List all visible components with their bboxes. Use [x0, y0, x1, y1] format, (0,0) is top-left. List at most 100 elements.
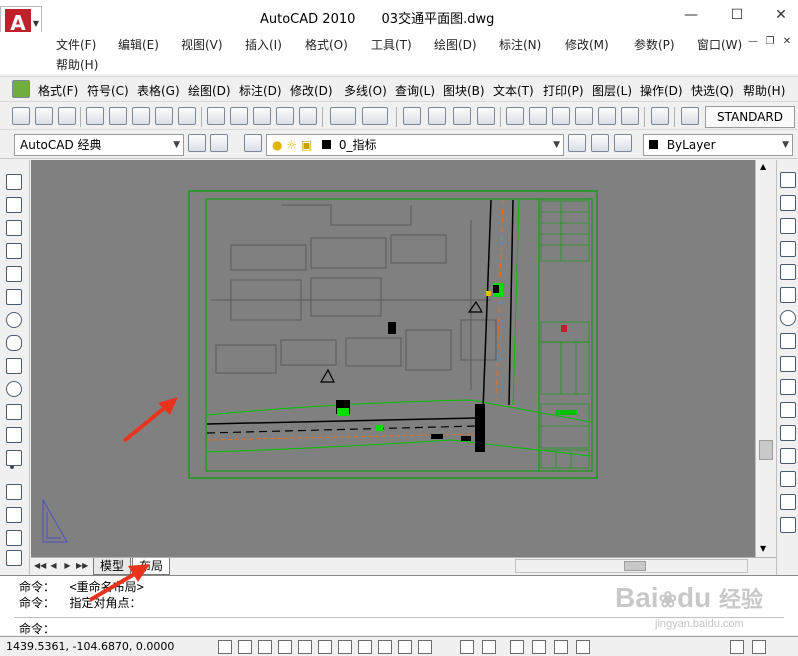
arc-icon[interactable] [6, 289, 22, 305]
linetype-select[interactable]: ByLayer ▼ [643, 134, 793, 156]
show-lineweight-icon[interactable] [378, 640, 392, 654]
first-tab-icon[interactable]: ◀◀ [34, 560, 46, 572]
menu-format[interactable]: 格式(O) [305, 36, 348, 53]
paste-icon[interactable] [253, 107, 271, 125]
spline-icon[interactable] [6, 358, 22, 374]
express-tools-icon[interactable] [12, 80, 30, 98]
make-current-layer-icon[interactable] [568, 134, 586, 152]
hatch-icon[interactable] [6, 484, 22, 500]
vertical-scrollbar[interactable]: ▲ ▼ [755, 160, 775, 557]
menu-window[interactable]: 窗口(W) [697, 36, 742, 53]
text-style-icon[interactable] [681, 107, 699, 125]
cut-icon[interactable] [207, 107, 225, 125]
object-snap-icon[interactable] [298, 640, 312, 654]
clean-screen-icon[interactable] [752, 640, 766, 654]
menu-edit[interactable]: 编辑(E) [118, 36, 159, 53]
menu-dimension[interactable]: 标注(N) [499, 36, 541, 53]
layer-select[interactable]: ● ☼ ▣ 0_指标 ▼ [266, 134, 564, 156]
snap-mode-icon[interactable] [218, 640, 232, 654]
pan-status-icon[interactable] [510, 640, 524, 654]
express-modify[interactable]: 修改(D) [290, 82, 333, 99]
workspace-switch-icon[interactable] [210, 134, 228, 152]
express-help[interactable]: 帮助(H) [743, 82, 785, 99]
offset-icon[interactable] [780, 241, 796, 257]
layer-states-icon[interactable] [614, 134, 632, 152]
explode-icon[interactable] [780, 517, 796, 533]
circle-icon[interactable] [6, 312, 22, 328]
zoom-previous-icon[interactable] [477, 107, 495, 125]
fillet-icon[interactable] [780, 494, 796, 510]
insert-block-icon[interactable] [6, 427, 22, 443]
layout-space-icon[interactable] [460, 640, 474, 654]
express-symbol[interactable]: 符号(C) [87, 82, 129, 99]
redo-icon[interactable] [362, 107, 388, 125]
doc-close-icon[interactable]: ✕ [781, 36, 793, 48]
horizontal-scrollbar[interactable] [515, 559, 748, 573]
array-icon[interactable] [780, 264, 796, 280]
join-icon[interactable] [780, 448, 796, 464]
express-text[interactable]: 文本(T) [493, 82, 534, 99]
menu-help[interactable]: 帮助(H) [56, 56, 98, 73]
zoom-status-icon[interactable] [532, 640, 546, 654]
publish-icon[interactable] [132, 107, 150, 125]
quickcalc-icon[interactable] [621, 107, 639, 125]
match-properties-icon[interactable] [276, 107, 294, 125]
open-file-icon[interactable] [35, 107, 53, 125]
rectangle-icon[interactable] [6, 266, 22, 282]
vertical-scroll-thumb[interactable] [759, 440, 773, 460]
object-snap-tracking-icon[interactable] [318, 640, 332, 654]
polar-tracking-icon[interactable] [278, 640, 292, 654]
prev-tab-icon[interactable]: ◀ [48, 560, 59, 572]
drawing-canvas[interactable] [31, 160, 755, 557]
point-icon[interactable] [10, 465, 14, 469]
extend-icon[interactable] [780, 402, 796, 418]
print-icon[interactable] [86, 107, 104, 125]
copy-icon[interactable] [230, 107, 248, 125]
menu-view[interactable]: 视图(V) [181, 36, 223, 53]
menu-modify[interactable]: 修改(M) [565, 36, 609, 53]
ortho-mode-icon[interactable] [258, 640, 272, 654]
layer-previous-icon[interactable] [591, 134, 609, 152]
text-style-combo[interactable]: STANDARD [705, 106, 795, 128]
doc-restore-icon[interactable]: ❐ [764, 36, 776, 48]
menu-file[interactable]: 文件(F) [56, 36, 96, 53]
next-tab-icon[interactable]: ▶ [62, 560, 73, 572]
workspace-select[interactable]: AutoCAD 经典 ▼ [14, 134, 184, 156]
express-draw[interactable]: 绘图(D) [188, 82, 231, 99]
express-operate[interactable]: 操作(D) [640, 82, 683, 99]
plot-preview-icon[interactable] [109, 107, 127, 125]
new-file-icon[interactable] [12, 107, 30, 125]
steering-wheel-icon[interactable] [554, 640, 568, 654]
dynamic-input-icon[interactable] [358, 640, 372, 654]
tool-palettes-icon[interactable] [552, 107, 570, 125]
pan-icon[interactable] [403, 107, 421, 125]
toolbar-lock-icon[interactable] [730, 640, 744, 654]
make-block-icon[interactable] [6, 450, 22, 466]
etransmit-icon[interactable] [178, 107, 196, 125]
region-icon[interactable] [6, 530, 22, 546]
gradient-icon[interactable] [6, 507, 22, 523]
express-format[interactable]: 格式(F) [38, 82, 78, 99]
table-icon[interactable] [6, 550, 22, 566]
line-icon[interactable] [6, 174, 22, 190]
save-icon[interactable] [58, 107, 76, 125]
trim-icon[interactable] [780, 379, 796, 395]
zoom-window-icon[interactable] [453, 107, 471, 125]
polygon-icon[interactable] [6, 243, 22, 259]
express-dimension[interactable]: 标注(D) [239, 82, 282, 99]
construction-line-icon[interactable] [6, 197, 22, 213]
markup-icon[interactable] [598, 107, 616, 125]
3d-dwf-icon[interactable] [155, 107, 173, 125]
scale-icon[interactable] [780, 333, 796, 349]
chamfer-icon[interactable] [780, 471, 796, 487]
express-plot[interactable]: 打印(P) [543, 82, 584, 99]
erase-icon[interactable] [780, 172, 796, 188]
express-mline[interactable]: 多线(O) [344, 82, 387, 99]
express-quickselect[interactable]: 快选(Q) [691, 82, 734, 99]
block-editor-icon[interactable] [299, 107, 317, 125]
express-layer[interactable]: 图层(L) [592, 82, 632, 99]
ellipse-icon[interactable] [6, 381, 22, 397]
zoom-realtime-icon[interactable] [428, 107, 446, 125]
express-table[interactable]: 表格(G) [137, 82, 180, 99]
sheet-set-icon[interactable] [575, 107, 593, 125]
